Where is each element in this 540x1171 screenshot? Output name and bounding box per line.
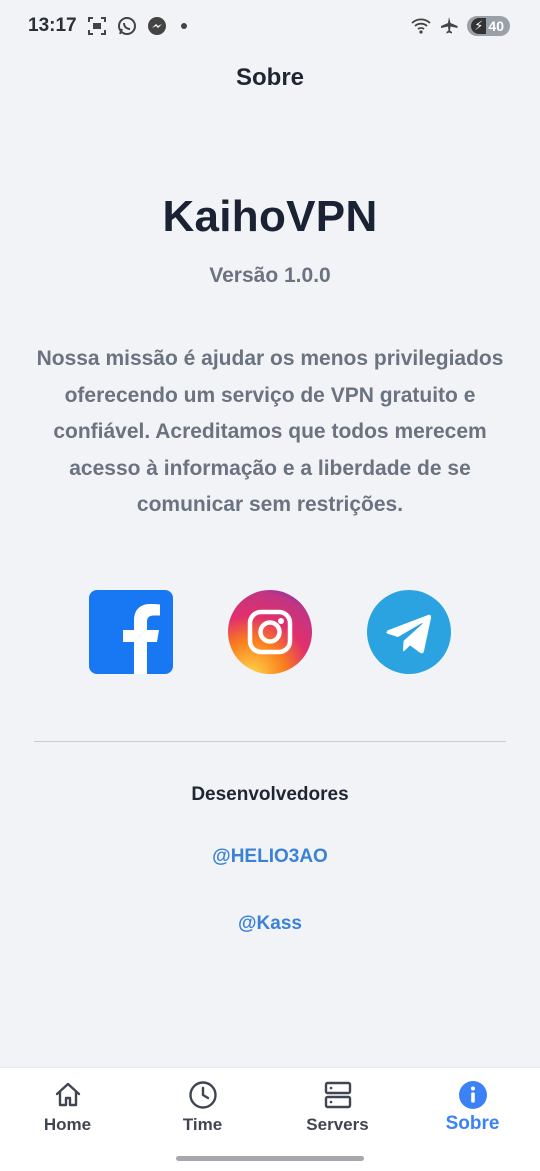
- telegram-icon[interactable]: [367, 590, 451, 674]
- facebook-icon[interactable]: [89, 590, 173, 674]
- nav-home[interactable]: Home: [0, 1068, 135, 1148]
- developer-link-helio3ao[interactable]: @HELIO3AO: [0, 846, 540, 868]
- screenshot-icon: [87, 17, 106, 35]
- charging-icon: ⚡: [471, 18, 487, 34]
- status-right: ⚡ 40: [411, 16, 510, 36]
- airplane-icon: [441, 17, 458, 34]
- status-time: 13:17: [28, 15, 77, 36]
- whatsapp-icon: [117, 17, 136, 35]
- developer-link-kass[interactable]: @Kass: [0, 913, 540, 935]
- social-links: [0, 590, 540, 674]
- notification-dot: [180, 23, 187, 29]
- battery-level: 40: [488, 18, 504, 34]
- messenger-icon: [147, 17, 166, 35]
- wifi-icon: [411, 18, 431, 34]
- nav-servers[interactable]: Servers: [270, 1068, 405, 1148]
- status-bar: 13:17 ⚡ 40: [0, 0, 540, 52]
- nav-time[interactable]: Time: [135, 1068, 270, 1148]
- app-version: Versão 1.0.0: [209, 264, 331, 287]
- home-indicator[interactable]: [176, 1156, 364, 1161]
- info-icon: [458, 1081, 487, 1109]
- battery-icon: ⚡ 40: [467, 16, 510, 36]
- status-left: 13:17: [28, 15, 187, 37]
- nav-sobre[interactable]: Sobre: [405, 1068, 540, 1148]
- developers-title: Desenvolvedores: [191, 784, 349, 805]
- clock-icon: [188, 1081, 217, 1109]
- app-name: KaihoVPN: [162, 192, 378, 241]
- nav-sobre-label: Sobre: [445, 1113, 500, 1134]
- nav-time-label: Time: [182, 1115, 223, 1134]
- servers-icon: [324, 1081, 351, 1109]
- mission-text: Nossa missão é ajudar os menos privilegi…: [36, 347, 504, 516]
- home-icon: [55, 1082, 80, 1107]
- divider: [34, 741, 506, 742]
- page-title: Sobre: [235, 64, 304, 91]
- nav-servers-label: Servers: [306, 1115, 369, 1134]
- nav-home-label: Home: [43, 1115, 92, 1134]
- instagram-icon[interactable]: [228, 590, 312, 674]
